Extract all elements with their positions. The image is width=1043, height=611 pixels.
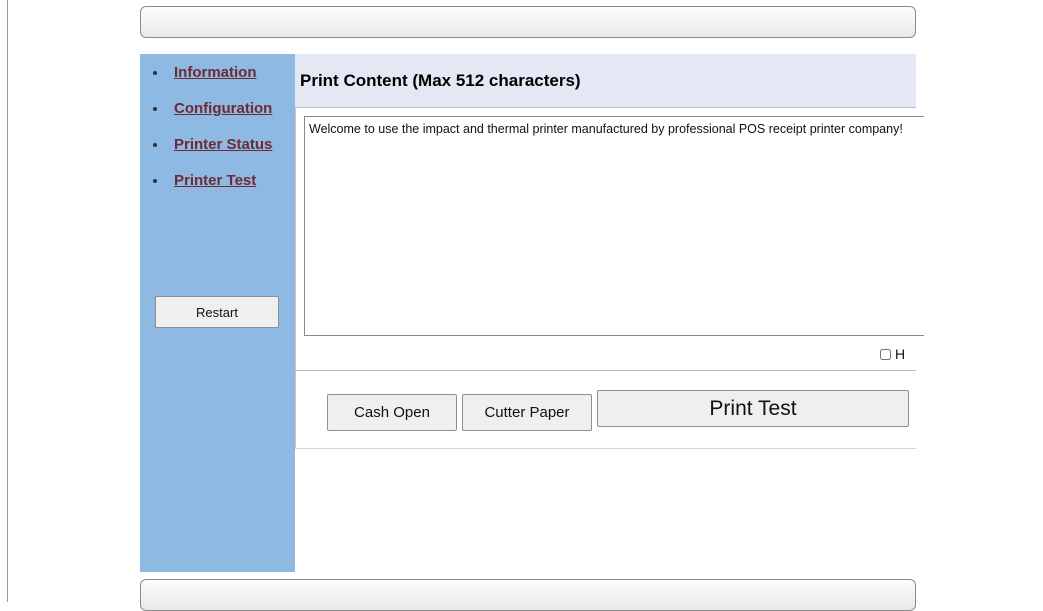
- bottom-banner-bar: [140, 579, 916, 611]
- restart-button[interactable]: Restart: [155, 296, 279, 328]
- printer-status-link[interactable]: Printer Status: [168, 136, 272, 153]
- print-content-textarea[interactable]: [304, 116, 924, 336]
- print-content-area: [304, 116, 924, 336]
- sidebar-nav: Information Configuration Printer Status…: [140, 64, 272, 208]
- hex-checkbox-label: H: [895, 346, 906, 362]
- hex-option[interactable]: H: [880, 346, 905, 364]
- top-banner-bar: [140, 6, 916, 38]
- information-link[interactable]: Information: [168, 64, 257, 81]
- content-header: Print Content (Max 512 characters): [295, 54, 916, 108]
- section-divider-bottom: [295, 448, 916, 449]
- sidebar: Information Configuration Printer Status…: [140, 54, 295, 572]
- hex-checkbox[interactable]: [880, 349, 891, 360]
- sidebar-item-configuration: Configuration: [168, 100, 272, 136]
- configuration-link[interactable]: Configuration: [168, 100, 272, 117]
- sidebar-item-information: Information: [168, 64, 272, 100]
- printer-test-link[interactable]: Printer Test: [168, 172, 256, 189]
- sidebar-item-printer-test: Printer Test: [168, 172, 272, 208]
- page-title: Print Content (Max 512 characters): [300, 71, 581, 90]
- cash-open-button[interactable]: Cash Open: [327, 394, 457, 431]
- cutter-paper-button[interactable]: Cutter Paper: [462, 394, 592, 431]
- content-divider-left: [295, 108, 296, 448]
- print-test-button[interactable]: Print Test: [597, 390, 909, 427]
- section-divider: [295, 370, 916, 371]
- sidebar-item-printer-status: Printer Status: [168, 136, 272, 172]
